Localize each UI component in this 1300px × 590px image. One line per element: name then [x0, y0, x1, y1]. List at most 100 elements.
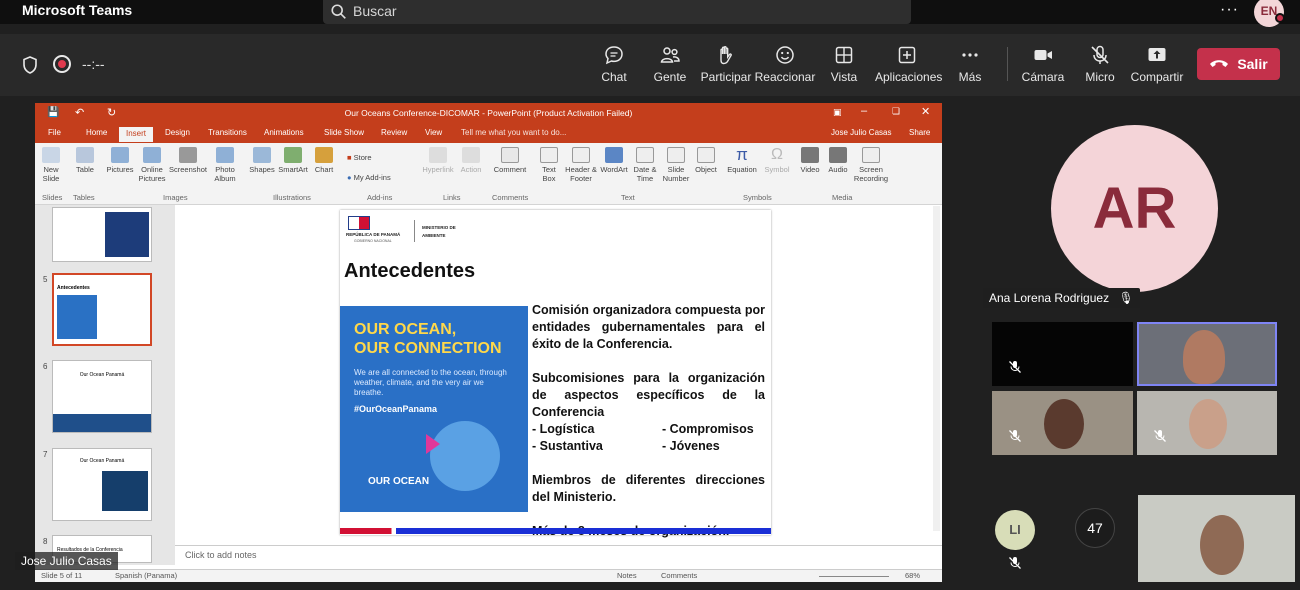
slide-thumbnail-4[interactable] — [52, 207, 152, 262]
hang-up-icon — [1210, 60, 1229, 67]
shapes-button[interactable]: Shapes — [247, 147, 277, 174]
my-addins-button[interactable]: ● My Add-ins — [347, 173, 413, 182]
slide-thumbnail-7[interactable]: Our Ocean Panamá — [52, 448, 152, 521]
wordart-button[interactable]: WordArt — [597, 147, 631, 174]
ppt-status-bar: Slide 5 of 11 Spanish (Panama) Notes Com… — [35, 569, 942, 582]
participant-video-tile-active[interactable] — [1137, 322, 1277, 386]
date-time-button[interactable]: Date & Time — [631, 147, 659, 183]
participant-video-tile[interactable] — [992, 391, 1133, 455]
panama-flag-icon — [348, 216, 370, 230]
tab-home[interactable]: Home — [86, 128, 107, 137]
comments-toggle[interactable]: Comments — [661, 571, 697, 580]
mic-button[interactable]: Micro — [1068, 44, 1132, 88]
group-tables: Tables — [73, 193, 95, 202]
tab-file[interactable]: File — [48, 128, 61, 137]
chart-button[interactable]: Chart — [311, 147, 337, 174]
comment-button[interactable]: Comment — [490, 147, 530, 174]
slide-thumbnail-5[interactable]: Antecedentes — [52, 273, 152, 346]
react-label: Reaccionar — [754, 70, 816, 84]
slide-number-button[interactable]: Slide Number — [659, 147, 693, 183]
recording-dot — [58, 60, 66, 68]
hand-icon — [720, 46, 732, 65]
participant-video-tile[interactable] — [992, 322, 1133, 386]
text-box-button[interactable]: Text Box — [537, 147, 561, 183]
thumb-number-8: 8 — [43, 537, 48, 546]
ppt-ribbon-display-icon[interactable]: ▣ — [833, 107, 842, 118]
action-button[interactable]: Action — [457, 147, 485, 174]
ppt-close-icon[interactable]: ✕ — [921, 105, 930, 118]
zoom-slider[interactable] — [819, 576, 889, 577]
tab-insert[interactable]: Insert — [119, 127, 154, 142]
participant-avatar-ar[interactable]: AR — [1051, 125, 1218, 292]
ministry-left-sub: GOBIERNO NACIONAL — [354, 239, 392, 243]
participant-face — [1200, 515, 1244, 575]
ppt-minimize-icon[interactable]: – — [861, 105, 867, 117]
search-icon — [331, 4, 346, 19]
participant-video-tile[interactable] — [1137, 391, 1277, 455]
group-links: Links — [443, 193, 461, 202]
tell-me-box[interactable]: Tell me what you want to do... — [461, 128, 566, 137]
share-button[interactable]: Compartir — [1125, 44, 1189, 88]
hyperlink-button[interactable]: Hyperlink — [419, 147, 457, 174]
more-participants-badge[interactable]: 47 — [1075, 508, 1115, 548]
table-button[interactable]: Table — [73, 147, 97, 174]
audio-button[interactable]: Audio — [825, 147, 851, 174]
equation-button[interactable]: π Equation — [723, 146, 761, 174]
apps-button[interactable]: Aplicaciones — [875, 44, 942, 88]
screenshot-button[interactable]: Screenshot — [168, 147, 208, 174]
store-button[interactable]: ■ Store — [347, 153, 387, 162]
thumb-number-5: 5 — [43, 275, 48, 284]
shield-icon[interactable] — [20, 55, 40, 75]
smartart-button[interactable]: SmartArt — [277, 147, 309, 174]
react-button[interactable]: Reaccionar — [753, 44, 817, 88]
more-button[interactable]: Más — [938, 44, 1002, 88]
people-button[interactable]: Gente — [638, 44, 702, 88]
slide-footer-bar — [340, 528, 771, 534]
more-options-icon[interactable]: ··· — [1220, 1, 1239, 19]
video-button[interactable]: Video — [797, 147, 823, 174]
view-button[interactable]: Vista — [812, 44, 876, 88]
notes-pane[interactable] — [175, 545, 942, 569]
slide-scrollbar[interactable] — [933, 206, 940, 531]
participant-avatar-li[interactable]: LI — [995, 510, 1035, 550]
slide-thumbnail-6[interactable]: Our Ocean Panamá — [52, 360, 152, 433]
slide-thumbnails-pane: 5 Antecedentes 6 Our Ocean Panamá 7 Our … — [35, 205, 175, 565]
raise-hand-button[interactable]: Participar — [694, 44, 758, 88]
screen-recording-button[interactable]: Screen Recording — [851, 147, 891, 183]
ppt-restore-icon[interactable]: ❏ — [892, 106, 900, 117]
slide-canvas[interactable]: REPÚBLICA DE PANAMÁ GOBIERNO NACIONAL MI… — [340, 210, 771, 538]
tab-transitions[interactable]: Transitions — [208, 128, 247, 137]
more-label: Más — [958, 70, 982, 84]
chat-icon — [605, 46, 623, 65]
tab-view[interactable]: View — [425, 128, 442, 137]
ellipsis-icon — [962, 53, 978, 57]
presenter-video-tile[interactable] — [1138, 495, 1295, 582]
ppt-share-button[interactable]: Share — [909, 128, 930, 137]
tab-slide-show[interactable]: Slide Show — [324, 128, 364, 137]
leave-button[interactable]: Salir — [1197, 48, 1280, 80]
camera-button[interactable]: Cámara — [1011, 44, 1075, 88]
participant-name-label: Ana Lorena Rodriguez 🎙 — [983, 288, 1140, 308]
group-comments: Comments — [492, 193, 529, 202]
zoom-level[interactable]: 68% — [905, 571, 920, 580]
pictures-button[interactable]: Pictures — [105, 147, 135, 174]
share-label: Compartir — [1130, 70, 1184, 84]
raise-hand-label: Participar — [700, 70, 752, 84]
chat-button[interactable]: Chat — [582, 44, 646, 88]
symbol-button[interactable]: Ω Symbol — [761, 147, 793, 175]
leave-label: Salir — [1237, 56, 1268, 72]
mic-off-icon: 🎙 — [1118, 291, 1134, 305]
tab-review[interactable]: Review — [381, 128, 407, 137]
search-input[interactable] — [323, 0, 911, 24]
toolbar-divider — [1007, 47, 1008, 81]
tab-animations[interactable]: Animations — [264, 128, 304, 137]
header-footer-button[interactable]: Header & Footer — [563, 147, 599, 183]
group-slides: Slides — [42, 193, 63, 202]
tab-design[interactable]: Design — [165, 128, 190, 137]
new-slide-button[interactable]: New Slide — [39, 147, 63, 183]
online-pictures-button[interactable]: Online Pictures — [137, 147, 167, 183]
object-button[interactable]: Object — [693, 147, 719, 174]
photo-album-button[interactable]: Photo Album — [209, 147, 241, 183]
language-label[interactable]: Spanish (Panama) — [115, 571, 177, 580]
notes-toggle[interactable]: Notes — [617, 571, 637, 580]
